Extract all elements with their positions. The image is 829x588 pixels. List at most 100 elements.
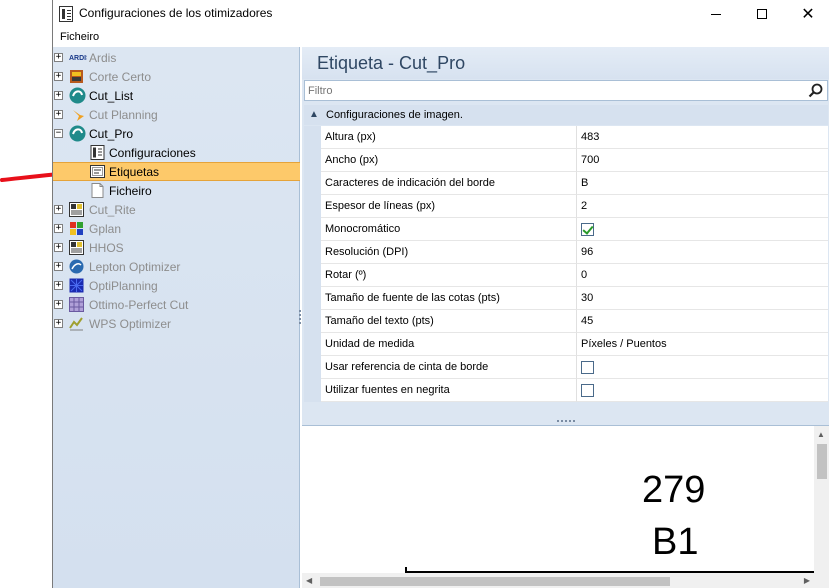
property-name: Usar referencia de cinta de borde — [321, 356, 577, 379]
category-header[interactable]: ▲ Configuraciones de imagen. — [304, 105, 828, 125]
property-row-tamano-texto[interactable]: Tamaño del texto (pts) 45 — [304, 310, 828, 333]
property-name: Unidad de medida — [321, 333, 577, 356]
property-row-unidad-medida[interactable]: Unidad de medida Píxeles / Puentos — [304, 333, 828, 356]
property-value[interactable]: 700 — [577, 149, 828, 172]
property-value — [577, 379, 828, 402]
property-value[interactable]: Píxeles / Puentos — [577, 333, 828, 356]
property-name: Tamaño del texto (pts) — [321, 310, 577, 333]
property-name: Caracteres de indicación del borde — [321, 172, 577, 195]
tree-item-gplan[interactable]: + Gplan — [53, 219, 300, 238]
property-value[interactable]: 483 — [577, 126, 828, 149]
scrollbar-thumb[interactable] — [320, 577, 670, 586]
cut-list-icon — [69, 87, 86, 104]
tree-item-label: Ficheiro — [109, 184, 152, 198]
expand-icon[interactable]: + — [54, 224, 63, 233]
tree-item-label: Ardis — [89, 51, 117, 65]
expand-icon[interactable]: + — [54, 72, 63, 81]
properties-panel: Etiqueta - Cut_Pro ▲ Configuraciones de … — [302, 47, 829, 588]
menu-item-ficheiro[interactable]: Ficheiro — [60, 31, 99, 43]
tree-item-cut-list[interactable]: + Cut_List — [53, 86, 300, 105]
expand-icon[interactable]: + — [54, 262, 63, 271]
property-row-rotar[interactable]: Rotar (º) 0 — [304, 264, 828, 287]
property-value[interactable]: 0 — [577, 264, 828, 287]
collapse-icon[interactable]: − — [54, 129, 63, 138]
tree-item-cut-planning[interactable]: + Cut Planning — [53, 105, 300, 124]
property-row-usar-referencia-cinta[interactable]: Usar referencia de cinta de borde — [304, 356, 828, 379]
panel-header: Etiqueta - Cut_Pro — [302, 47, 829, 79]
tree-item-label: Gplan — [89, 222, 122, 236]
tree-item-configuraciones[interactable]: Configuraciones — [53, 143, 300, 162]
property-row-espesor-lineas[interactable]: Espesor de líneas (px) 2 — [304, 195, 828, 218]
property-value[interactable]: B — [577, 172, 828, 195]
preview-edge-code-text: B1 — [652, 521, 699, 563]
minimize-button[interactable] — [693, 0, 739, 28]
scroll-right-icon[interactable]: ▶ — [804, 576, 810, 585]
tree-item-lepton-optimizer[interactable]: + Lepton Optimizer — [53, 257, 300, 276]
property-name: Utilizar fuentes en negrita — [321, 379, 577, 402]
tree-item-etiquetas[interactable]: Etiquetas — [53, 162, 300, 181]
expand-icon[interactable]: + — [54, 110, 63, 119]
maximize-button[interactable] — [739, 0, 785, 28]
property-value[interactable]: 2 — [577, 195, 828, 218]
property-name: Resolución (DPI) — [321, 241, 577, 264]
cut-pro-icon — [69, 125, 86, 142]
label-icon — [90, 165, 105, 178]
chevron-up-icon[interactable]: ▲ — [309, 109, 319, 120]
filter-input[interactable] — [308, 83, 803, 98]
property-value[interactable]: 45 — [577, 310, 828, 333]
tree-item-ficheiro[interactable]: Ficheiro — [53, 181, 300, 200]
property-name: Monocromático — [321, 218, 577, 241]
property-row-altura[interactable]: Altura (px) 483 — [304, 126, 828, 149]
scroll-left-icon[interactable]: ◀ — [306, 576, 312, 585]
scroll-up-icon[interactable]: ▲ — [817, 430, 825, 439]
tree-item-wps-optimizer[interactable]: + WPS Optimizer — [53, 314, 300, 333]
expand-icon[interactable]: + — [54, 205, 63, 214]
tree-item-label: HHOS — [89, 241, 124, 255]
property-value — [577, 218, 828, 241]
property-value[interactable]: 96 — [577, 241, 828, 264]
tree-item-ottimo-perfect-cut[interactable]: + Ottimo-Perfect Cut — [53, 295, 300, 314]
property-row-fuentes-negrita[interactable]: Utilizar fuentes en negrita — [304, 379, 828, 402]
maximize-icon — [757, 9, 767, 19]
search-icon[interactable] — [808, 83, 823, 98]
tree-item-cut-rite[interactable]: + Cut_Rite — [53, 200, 300, 219]
expand-icon[interactable]: + — [54, 281, 63, 290]
property-row-monocromatico[interactable]: Monocromático — [304, 218, 828, 241]
usar-referencia-checkbox[interactable] — [581, 361, 594, 374]
expand-icon[interactable]: + — [54, 53, 63, 62]
fuentes-negrita-checkbox[interactable] — [581, 384, 594, 397]
expand-icon[interactable]: + — [54, 319, 63, 328]
lepton-icon — [69, 259, 84, 274]
horizontal-scrollbar[interactable]: ◀ ▶ — [302, 573, 814, 588]
expand-icon[interactable]: + — [54, 91, 63, 100]
expand-icon[interactable]: + — [54, 300, 63, 309]
scroll-corner — [814, 573, 829, 588]
expand-icon[interactable]: + — [54, 243, 63, 252]
splitter-grip-icon — [557, 420, 575, 422]
tree-item-ardis[interactable]: + ARDIS Ardis — [53, 48, 300, 67]
property-value[interactable]: 30 — [577, 287, 828, 310]
app-window: Configuraciones de los otimizadores ✕ Fi… — [52, 0, 829, 588]
tree-item-corte-certo[interactable]: + Corte Certo — [53, 67, 300, 86]
optimizer-tree: + ARDIS Ardis + Corte Certo + Cut_List + — [53, 47, 300, 588]
property-row-tamano-fuente-cotas[interactable]: Tamaño de fuente de las cotas (pts) 30 — [304, 287, 828, 310]
tree-item-label: WPS Optimizer — [89, 317, 172, 331]
tree-item-hhos[interactable]: + HHOS — [53, 238, 300, 257]
monocromatico-checkbox[interactable] — [581, 223, 594, 236]
close-icon: ✕ — [801, 6, 815, 23]
cut-rite-icon — [69, 202, 84, 217]
property-name: Tamaño de fuente de las cotas (pts) — [321, 287, 577, 310]
property-row-caracteres-borde[interactable]: Caracteres de indicación del borde B — [304, 172, 828, 195]
tree-item-optiplanning[interactable]: + OptiPlanning — [53, 276, 300, 295]
scrollbar-thumb[interactable] — [817, 444, 827, 479]
tree-item-label: Configuraciones — [109, 146, 196, 160]
preview-dimension-text: 279 — [642, 469, 706, 511]
horizontal-splitter[interactable] — [302, 417, 829, 425]
close-button[interactable]: ✕ — [785, 0, 829, 28]
tree-item-cut-pro[interactable]: − Cut_Pro — [53, 124, 300, 143]
property-row-resolucion[interactable]: Resolución (DPI) 96 — [304, 241, 828, 264]
title-bar[interactable]: Configuraciones de los otimizadores ✕ — [53, 0, 829, 28]
vertical-scrollbar[interactable]: ▲ — [814, 426, 829, 573]
menu-bar: Ficheiro — [53, 28, 829, 47]
property-row-ancho[interactable]: Ancho (px) 700 — [304, 149, 828, 172]
